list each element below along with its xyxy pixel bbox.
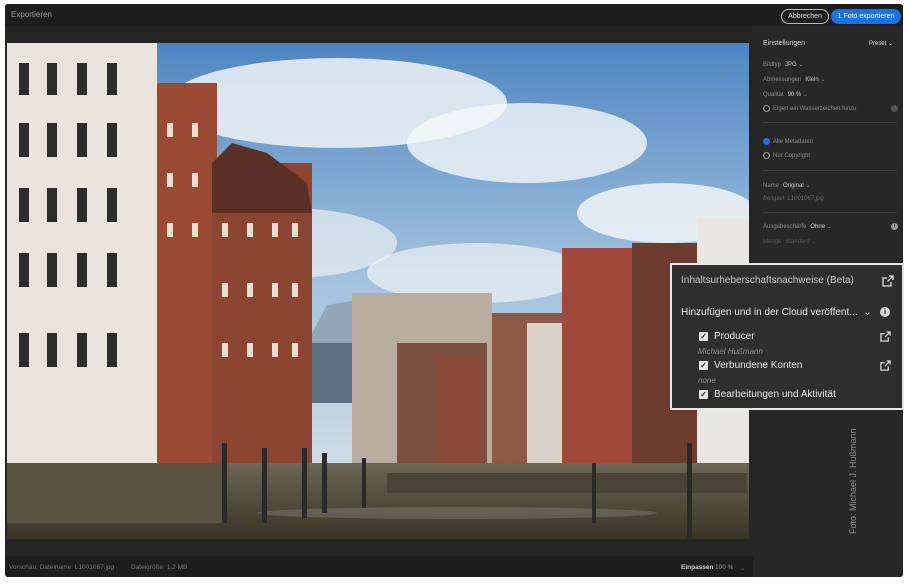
preview-filename: Vorschau, Dateiname: L1001067.jpg [9,564,115,571]
chevron-down-icon: ⌄ [863,307,872,318]
fit-button[interactable]: Einpassen [681,564,714,571]
sharpen-value[interactable]: Ohne [810,224,825,230]
chevron-down-icon: ⌄ [803,92,809,98]
filetype-value[interactable]: JPG [785,62,797,68]
producer-label: Producer [714,331,755,342]
filetype-label: Bildtyp [763,62,782,68]
chevron-down-icon: ⌄ [798,62,804,68]
producer-checkbox[interactable]: ✓ [699,332,708,341]
name-label: Name [763,183,780,189]
sharpen-row[interactable]: Ausgabeschärfe Ohne ⌄ [763,223,832,230]
size-label: Abmessungen [763,77,802,83]
chevron-down-icon: ⌄ [811,239,817,245]
metadata-all-label: Alle Metadaten [773,139,814,146]
zoom-level[interactable]: 100 % [715,564,733,571]
watermark-label: Eigen ein Wasserzeichen hinzu [773,106,857,113]
chevron-down-icon: ⌄ [826,224,832,230]
edits-activity-label: Bearbeitungen und Aktivität [714,389,836,400]
metadata-copyright-radio[interactable] [763,152,770,159]
info-icon[interactable]: i [891,223,898,230]
external-link-icon[interactable] [880,331,891,342]
status-bar: Vorschau, Dateiname: L1001067.jpg Dateig… [5,556,753,577]
file-size: Dateigröße: 1,2 MB [131,564,188,571]
amount-label: Menge [763,239,782,245]
connected-accounts-value: none [698,376,716,385]
preset-label: Preset [869,41,887,47]
chevron-down-icon: ⌄ [805,183,811,189]
size-row[interactable]: Abmessungen Klein ⌄ [763,76,825,83]
divider [763,212,897,213]
sharpen-label: Ausgabeschärfe [763,224,807,230]
divider [763,122,897,123]
preset-dropdown[interactable]: Preset ⌄ [869,40,893,47]
connected-accounts-checkbox[interactable]: ✓ [699,361,708,370]
edits-activity-checkbox[interactable]: ✓ [699,390,708,399]
name-example: Beispiel: L1001067.jpg [763,196,824,202]
credentials-title: Inhaltsurheberschaftsnachweise (Beta) [681,275,854,286]
publish-dropdown-value: Hinzufügen und in der Cloud veröffent... [681,307,858,318]
amount-value: Standard [785,239,810,245]
preview-photo [7,43,749,539]
divider [763,170,897,171]
size-value[interactable]: Klein [805,77,818,83]
quality-value[interactable]: 90 % [788,92,802,98]
chevron-down-icon: ⌄ [820,77,826,83]
chevron-down-icon: ⌄ [888,41,894,47]
watermark-option[interactable]: Eigen ein Wasserzeichen hinzu [763,105,857,112]
content-credentials-popup: Inhaltsurheberschaftsnachweise (Beta) Hi… [670,263,904,410]
metadata-all-option[interactable]: Alle Metadaten [763,138,813,145]
filetype-row[interactable]: Bildtyp JPG ⌄ [763,61,803,68]
producer-name: Michael Hußmann [698,347,763,356]
external-link-icon[interactable] [882,275,894,287]
watermark-radio[interactable] [763,105,770,112]
chevron-down-icon[interactable]: ⌄ [740,564,745,572]
window-title: Exportieren [11,10,52,19]
info-icon[interactable]: i [880,307,890,317]
connected-accounts-label: Verbundene Konten [714,360,803,371]
metadata-all-radio[interactable] [763,138,770,145]
cancel-button[interactable]: Abbrechen [781,9,829,24]
external-link-icon[interactable] [880,360,891,371]
settings-heading: Einstellungen [763,40,806,47]
preview-canvas [5,26,753,556]
name-row[interactable]: Name Original ⌄ [763,182,810,189]
name-value[interactable]: Original [783,183,804,189]
export-button[interactable]: 1 Foto exportieren [831,9,901,24]
metadata-copyright-option[interactable]: Nur Copyright [763,152,810,159]
settings-icon[interactable] [891,105,898,112]
photo-credit: Foto: Michael J. Hußmann [848,428,858,534]
quality-row[interactable]: Qualität 90 % ⌄ [763,91,808,98]
metadata-copyright-label: Nur Copyright [773,153,811,160]
quality-label: Qualität [763,92,784,98]
top-bar: Exportieren Abbrechen 1 Foto exportieren [5,4,903,26]
amount-row: Menge Standard ⌄ [763,238,816,245]
publish-dropdown[interactable]: Hinzufügen und in der Cloud veröffent...… [681,307,872,318]
